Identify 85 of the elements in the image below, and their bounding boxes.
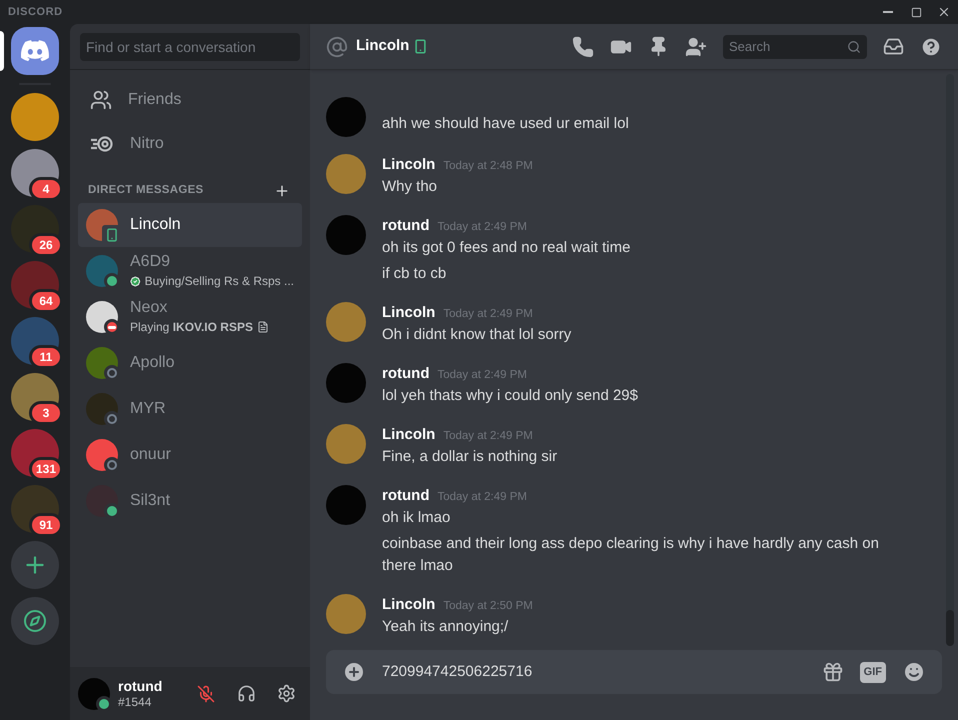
activity-status: Buying/Selling Rs & Rsps ... — [144, 273, 294, 290]
attach-icon[interactable] — [342, 660, 366, 684]
dm-name: MYR — [130, 399, 166, 420]
nav-label: Nitro — [130, 134, 164, 154]
gif-button[interactable]: GIF — [860, 662, 886, 682]
home-button[interactable] — [11, 27, 59, 75]
create-dm-icon[interactable] — [274, 182, 290, 199]
message-timestamp: Today at 2:50 PM — [443, 599, 533, 614]
message-input[interactable]: 720994742506225716 GIF — [326, 650, 942, 694]
message-author[interactable]: rotund — [382, 363, 430, 386]
message-timestamp: Today at 2:49 PM — [443, 429, 533, 444]
voice-call-icon[interactable] — [572, 36, 594, 58]
unread-badge: 64 — [29, 289, 63, 313]
dm-name: A6D9 — [130, 252, 172, 272]
message-text: Fine, a dollar is nothing sir — [382, 447, 558, 467]
dm-name: onuur — [130, 445, 171, 466]
dm-name: Apollo — [130, 353, 174, 374]
discord-logo-icon — [21, 40, 49, 62]
message-text: oh its got 0 fees and no real wait time — [382, 238, 630, 258]
settings-icon — [276, 684, 296, 703]
unread-badge: 4 — [29, 177, 63, 201]
close-icon — [937, 5, 951, 19]
message-timestamp: Today at 2:49 PM — [437, 368, 527, 383]
message-text: Yeah its annoying;/ — [382, 617, 510, 637]
dm-item[interactable]: Neox Playing IKOV.IO RSPS — [78, 295, 302, 340]
message-timestamp: Today at 2:48 PM — [443, 159, 533, 174]
channel-title: Lincoln — [356, 36, 410, 56]
message-text: oh ik lmao — [382, 508, 452, 528]
add-server-button[interactable] — [11, 541, 59, 589]
nav-label: Friends — [128, 90, 182, 110]
dm-item[interactable]: A6D9 Buying/Selling Rs & Rsps ... — [78, 249, 302, 294]
message-author[interactable]: Lincoln — [382, 154, 436, 176]
headphones-icon — [236, 684, 256, 703]
section-header: DIRECT MESSAGES — [88, 183, 204, 198]
message-text: ahh we should have used ur email lol — [382, 114, 629, 134]
dm-item[interactable]: Apollo — [78, 341, 302, 386]
unread-badge: 91 — [29, 513, 63, 537]
nav-item[interactable]: Nitro — [78, 122, 302, 166]
dm-name: Neox — [130, 298, 168, 318]
dm-name: Sil3nt — [130, 491, 170, 512]
activity-status: Playing IKOV.IO RSPS — [130, 319, 253, 336]
message-text: if cb to cb — [382, 264, 448, 284]
inbox-icon[interactable] — [883, 36, 904, 57]
minimize-icon — [883, 11, 893, 13]
explore-servers-button[interactable] — [11, 597, 59, 645]
maximize-icon — [910, 6, 922, 18]
message-author[interactable]: rotund — [382, 215, 430, 238]
username: rotund — [118, 678, 164, 694]
selected-indicator — [0, 31, 4, 71]
message-timestamp: Today at 2:49 PM — [437, 490, 527, 505]
unread-badge: 3 — [29, 401, 63, 425]
unread-badge: 131 — [28, 457, 63, 481]
add-friend-icon[interactable] — [685, 36, 707, 58]
message-text: Oh i didnt know that lol sorry — [382, 325, 572, 345]
search-icon — [847, 40, 861, 54]
emoji-icon[interactable] — [902, 660, 926, 684]
unread-badge: 26 — [29, 233, 63, 257]
message-author[interactable]: rotund — [382, 485, 430, 508]
app-title: DISCORD — [8, 4, 63, 20]
dm-item[interactable]: onuur — [78, 433, 302, 478]
search-field[interactable]: Search — [723, 34, 867, 58]
gift-icon[interactable] — [822, 661, 844, 683]
message-author[interactable]: Lincoln — [382, 424, 436, 446]
dm-name: Lincoln — [130, 215, 181, 236]
conversation-search-field[interactable]: Find or start a conversation — [80, 32, 300, 60]
message-text: lol yeh thats why i could only send 29$ — [382, 386, 638, 406]
message-timestamp: Today at 2:49 PM — [443, 307, 533, 322]
nitro-icon — [90, 135, 114, 153]
mic-muted-icon — [197, 684, 215, 702]
nav-item[interactable]: Friends — [78, 78, 302, 122]
user-tag: #1544 — [118, 694, 182, 710]
message-text: coinbase and their long ass depo clearing is why i have hardly any cash on there lmao — [382, 534, 880, 576]
help-icon[interactable] — [920, 36, 942, 58]
compass-icon — [23, 609, 47, 633]
friends-icon — [90, 89, 112, 111]
dm-item[interactable]: MYR — [78, 387, 302, 432]
message-author[interactable]: Lincoln — [382, 594, 436, 616]
message-timestamp: Today at 2:49 PM — [437, 220, 527, 235]
at-icon — [326, 36, 348, 58]
message-text: Why tho — [382, 177, 438, 197]
message-author[interactable]: Lincoln — [382, 302, 436, 324]
dm-item[interactable]: Sil3nt — [78, 479, 302, 524]
dm-item[interactable]: Lincoln — [78, 203, 302, 248]
message-input-value: 720994742506225716 — [382, 662, 534, 682]
unread-badge: 11 — [29, 345, 63, 369]
